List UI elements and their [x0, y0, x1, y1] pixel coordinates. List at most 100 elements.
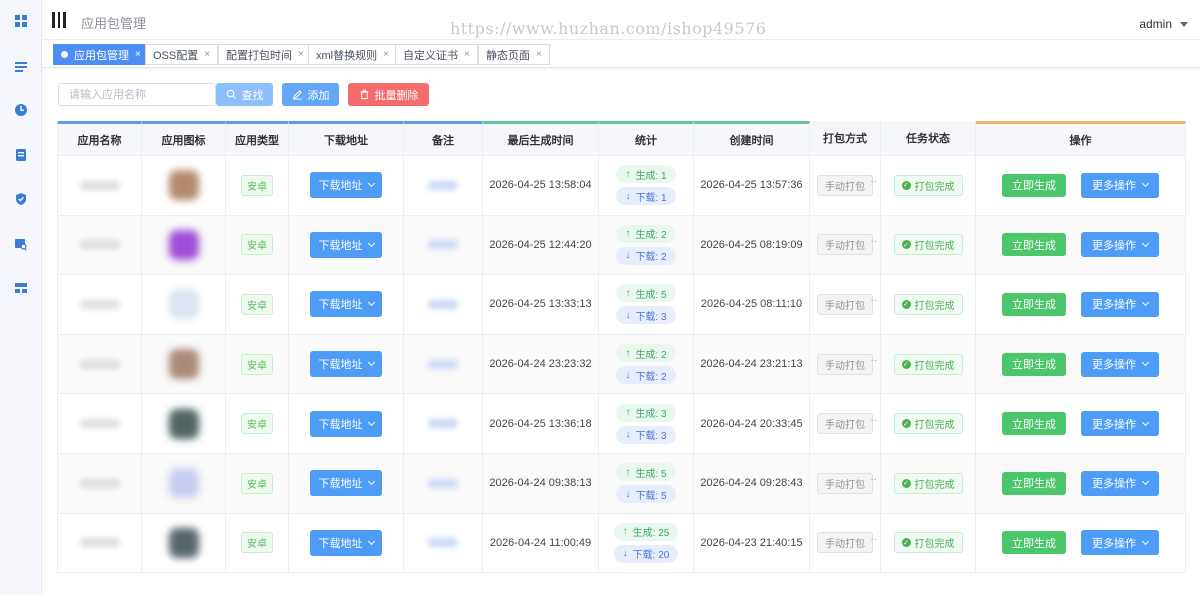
dashboard-icon[interactable]: [13, 13, 29, 29]
search-icon: [226, 89, 236, 100]
android-tag: 安卓: [241, 472, 273, 494]
list-icon[interactable]: [13, 58, 29, 74]
app-name-cell: [58, 275, 142, 335]
task-status-cell: ✓ 打包完成: [881, 275, 976, 335]
generate-now-button[interactable]: 立即生成: [1002, 412, 1066, 436]
col-download-header: 下载地址: [289, 121, 404, 156]
tab-custom-cert[interactable]: 自定义证书 ×: [395, 44, 478, 65]
arrow-down-icon: ↓: [625, 369, 631, 381]
user-menu[interactable]: admin: [1139, 17, 1188, 31]
col-app-type-header: 应用类型: [226, 121, 289, 156]
shield-icon[interactable]: [13, 191, 29, 207]
app-icon-image: [168, 468, 199, 499]
close-icon[interactable]: ×: [204, 49, 210, 60]
last-generated-time: 2026-04-25 13:33:13: [489, 298, 592, 311]
more-actions-label: 更多操作: [1092, 359, 1136, 372]
download-cell: 下载地址: [289, 156, 404, 216]
more-actions-dropdown[interactable]: 更多操作: [1081, 291, 1159, 317]
created-time: 2026-04-23 21:40:15: [700, 536, 803, 549]
generate-now-button[interactable]: 立即生成: [1002, 292, 1066, 316]
tab-label: 应用包管理: [74, 49, 129, 62]
arrow-up-icon: ↑: [625, 228, 631, 240]
more-actions-label: 更多操作: [1092, 478, 1136, 491]
download-url-dropdown[interactable]: 下载地址: [310, 470, 382, 497]
download-url-dropdown[interactable]: 下载地址: [310, 231, 382, 258]
generate-count-badge: ↑ 生成: 5: [616, 284, 676, 303]
generate-count-badge: ↑ 生成: 3: [616, 403, 676, 422]
remark-blurred: [428, 538, 458, 548]
remark-cell: [404, 513, 483, 574]
layout-icon[interactable]: [13, 280, 29, 296]
caret-down-icon: [1180, 21, 1188, 27]
more-actions-dropdown[interactable]: 更多操作: [1081, 411, 1159, 437]
close-icon[interactable]: ×: [383, 49, 389, 60]
app-name-cell: [58, 334, 142, 395]
arrow-down-icon: ↓: [625, 190, 631, 202]
download-count-badge: ↓ 下载: 5: [616, 485, 676, 504]
download-url-dropdown[interactable]: 下载地址: [310, 410, 382, 437]
tab-app-package[interactable]: 应用包管理 ×: [53, 44, 149, 65]
ellipsis-icon: ··: [870, 235, 877, 247]
sidebar: [0, 0, 42, 595]
close-icon[interactable]: ×: [135, 49, 141, 60]
batch-delete-button[interactable]: 批量删除: [348, 83, 429, 106]
app-icon-cell: [142, 215, 226, 276]
download-url-dropdown[interactable]: 下载地址: [310, 172, 382, 199]
more-actions-dropdown[interactable]: 更多操作: [1081, 172, 1159, 198]
tab-xml-rules[interactable]: xml替换规则 ×: [308, 44, 397, 65]
download-url-dropdown[interactable]: 下载地址: [310, 351, 382, 378]
tab-static-page[interactable]: 静态页面 ×: [478, 44, 550, 65]
chevron-down-icon: [367, 359, 375, 367]
download-count-badge: ↓ 下载: 2: [616, 246, 676, 265]
generate-now-button[interactable]: 立即生成: [1002, 531, 1066, 555]
download-url-dropdown[interactable]: 下载地址: [310, 291, 382, 318]
hamburger-menu-icon[interactable]: [52, 12, 68, 28]
more-actions-dropdown[interactable]: 更多操作: [1081, 232, 1159, 258]
last-generated-cell: 2026-04-25 13:33:13: [483, 275, 599, 335]
close-icon[interactable]: ×: [464, 49, 470, 60]
actions-cell: 立即生成 更多操作: [976, 454, 1186, 514]
task-status-tag: ✓ 打包完成: [893, 472, 963, 494]
tab-oss-config[interactable]: OSS配置 ×: [145, 44, 219, 65]
generate-count: 生成: 1: [635, 170, 667, 182]
batch-delete-label: 批量删除: [374, 89, 419, 102]
app-name-search-input[interactable]: [58, 83, 216, 106]
arrow-down-icon: ↓: [625, 309, 631, 321]
search-button[interactable]: 查找: [216, 83, 273, 106]
chevron-down-icon: [367, 239, 375, 247]
close-icon[interactable]: ×: [536, 49, 542, 60]
actions-cell: 立即生成 更多操作: [976, 513, 1186, 574]
download-count: 下载: 2: [635, 371, 667, 383]
more-actions-dropdown[interactable]: 更多操作: [1081, 470, 1159, 496]
chevron-down-icon: [1141, 418, 1150, 426]
download-url-dropdown[interactable]: 下载地址: [310, 529, 382, 556]
tab-pack-time[interactable]: 配置打包时间 ×: [218, 44, 312, 65]
download-label: 下载地址: [318, 478, 363, 491]
more-actions-label: 更多操作: [1092, 239, 1136, 252]
app-name-cell: [58, 394, 142, 454]
document-icon[interactable]: [13, 147, 29, 163]
search-doc-icon[interactable]: [13, 236, 29, 252]
generate-now-button[interactable]: 立即生成: [1002, 173, 1066, 197]
col-app-name-header: 应用名称: [58, 121, 142, 156]
arrow-up-icon: ↑: [625, 347, 631, 359]
task-status-cell: ✓ 打包完成: [881, 156, 976, 216]
android-tag: 安卓: [241, 353, 273, 375]
chevron-down-icon: [367, 299, 375, 307]
clock-icon[interactable]: [13, 102, 29, 118]
pack-mode-tag: 手动打包: [817, 234, 873, 256]
add-button[interactable]: 添加: [282, 83, 339, 106]
last-generated-cell: 2026-04-24 09:38:13: [483, 454, 599, 514]
generate-now-button[interactable]: 立即生成: [1002, 471, 1066, 495]
close-icon[interactable]: ×: [298, 49, 304, 60]
more-actions-dropdown[interactable]: 更多操作: [1081, 351, 1159, 377]
task-status-cell: ✓ 打包完成: [881, 513, 976, 574]
generate-now-button[interactable]: 立即生成: [1002, 352, 1066, 376]
app-icon-image: [168, 229, 199, 260]
more-actions-label: 更多操作: [1092, 537, 1136, 550]
more-actions-dropdown[interactable]: 更多操作: [1081, 530, 1159, 556]
add-button-label: 添加: [307, 89, 330, 102]
last-generated-time: 2026-04-24 09:38:13: [489, 477, 592, 490]
remark-blurred: [428, 359, 458, 369]
generate-now-button[interactable]: 立即生成: [1002, 233, 1066, 257]
